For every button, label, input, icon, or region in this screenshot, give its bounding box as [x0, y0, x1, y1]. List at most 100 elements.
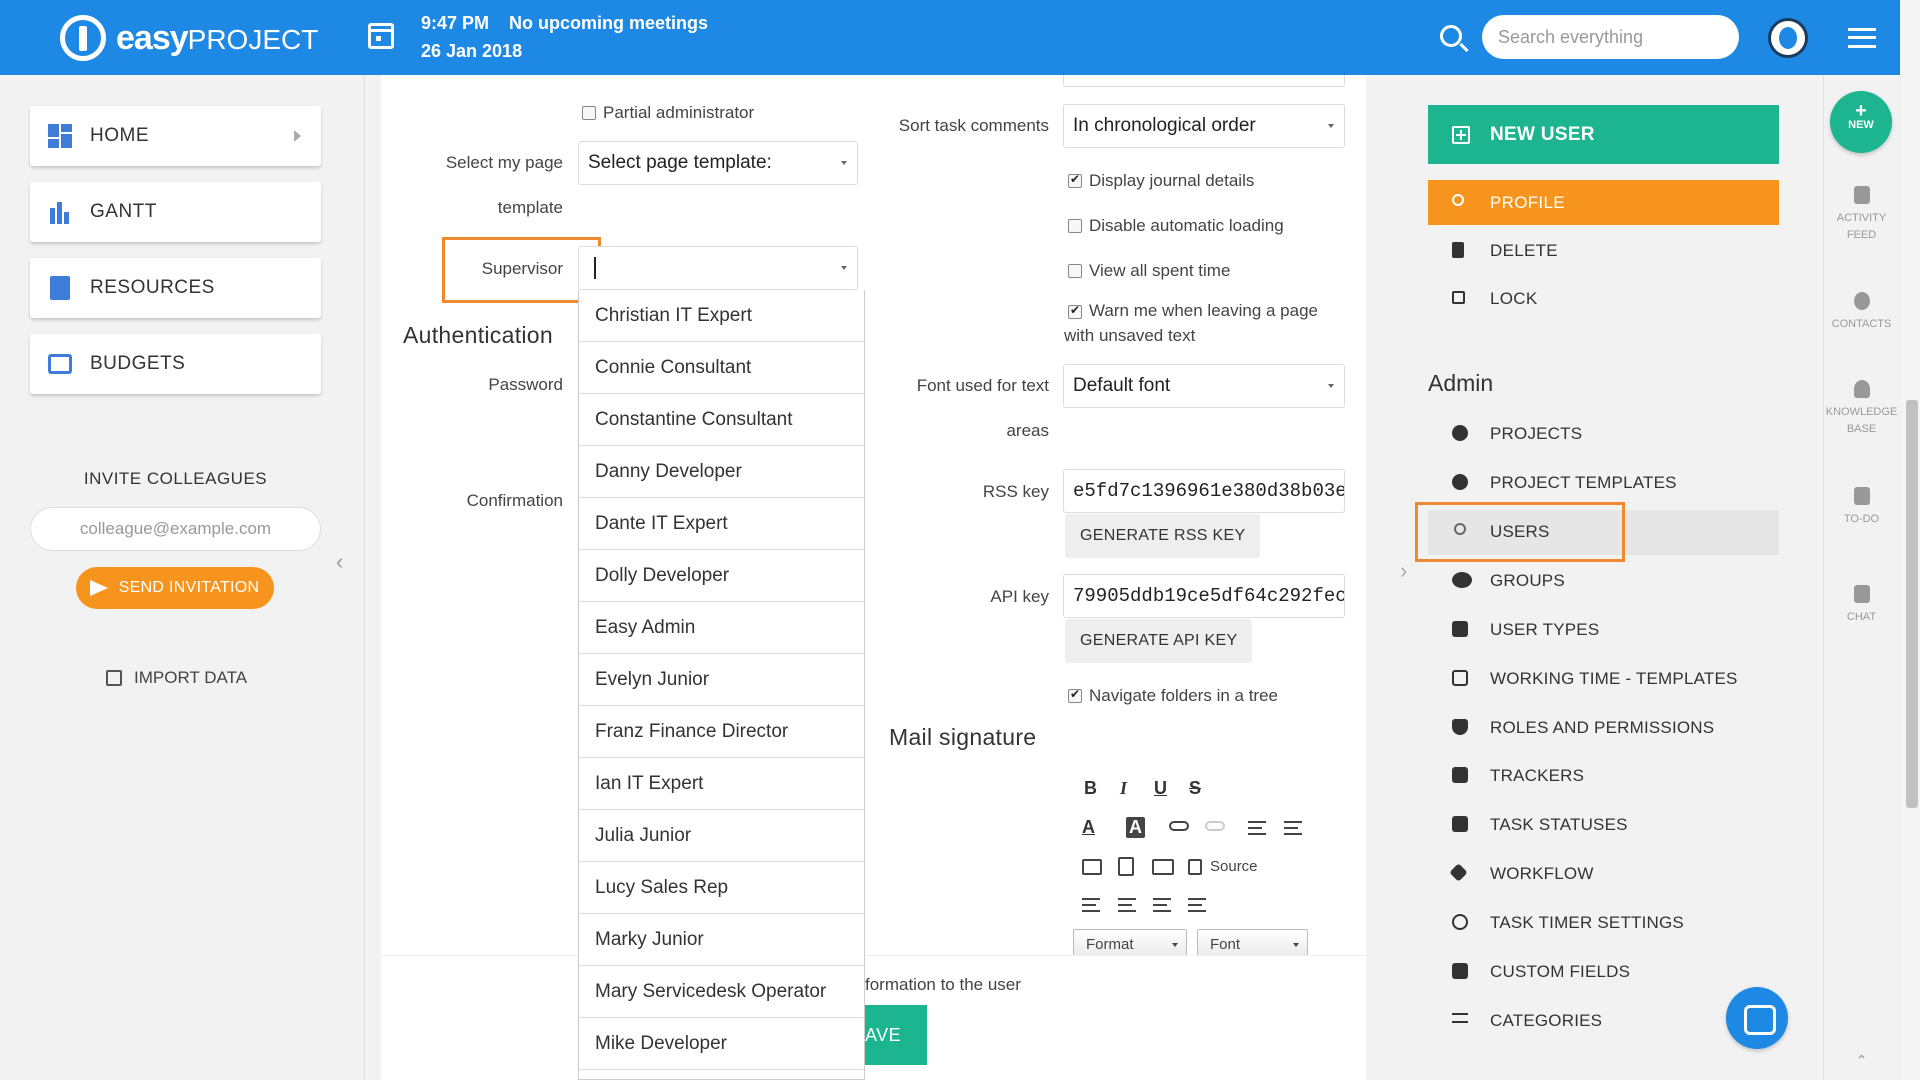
- admin-project-templates[interactable]: PROJECT TEMPLATES: [1490, 473, 1677, 493]
- admin-groups[interactable]: GROUPS: [1490, 571, 1565, 591]
- admin-roles[interactable]: ROLES AND PERMISSIONS: [1490, 718, 1714, 738]
- justify-icon[interactable]: [1188, 898, 1206, 912]
- dropdown-option[interactable]: Franz Finance Director: [579, 706, 864, 758]
- avatar[interactable]: [1768, 18, 1808, 58]
- clock-icon: [1452, 914, 1468, 930]
- dropdown-option[interactable]: Evelyn Junior: [579, 654, 864, 706]
- bullet-list-icon[interactable]: [1284, 821, 1302, 835]
- new-fab-button[interactable]: + NEW: [1830, 91, 1892, 153]
- chat-bubble-icon[interactable]: [1726, 987, 1788, 1049]
- profile-button[interactable]: PROFILE: [1428, 180, 1779, 225]
- user-icon: [1452, 194, 1464, 206]
- navigate-folders-checkbox[interactable]: [1068, 687, 1082, 703]
- disable-loading-checkbox[interactable]: [1068, 219, 1082, 233]
- import-data-link[interactable]: IMPORT DATA: [106, 668, 247, 688]
- nav-label: BUDGETS: [90, 353, 186, 374]
- calendar-icon[interactable]: [368, 23, 394, 49]
- bold-icon[interactable]: B: [1084, 778, 1097, 799]
- collapse-left-icon[interactable]: ‹: [336, 549, 343, 575]
- admin-task-statuses[interactable]: TASK STATUSES: [1490, 815, 1628, 835]
- invite-email-input[interactable]: [30, 507, 321, 551]
- unlink-icon[interactable]: [1205, 821, 1225, 831]
- align-center-icon[interactable]: [1118, 898, 1136, 912]
- logo[interactable]: easyPROJECT: [60, 14, 318, 62]
- supervisor-label: Supervisor: [481, 259, 563, 278]
- background-color-icon[interactable]: A: [1126, 817, 1145, 838]
- admin-user-types[interactable]: USER TYPES: [1490, 620, 1599, 640]
- admin-trackers[interactable]: TRACKERS: [1490, 766, 1584, 786]
- projects-icon: [1452, 425, 1468, 441]
- dropdown-option[interactable]: Julia Junior: [579, 810, 864, 862]
- image-icon[interactable]: [1082, 859, 1102, 875]
- warn-leaving-label: Warn me when leaving a page: [1089, 301, 1319, 320]
- sort-comments-select[interactable]: In chronological order: [1063, 104, 1345, 148]
- view-spent-checkbox[interactable]: [1068, 264, 1082, 278]
- paste-icon[interactable]: [1118, 857, 1134, 876]
- align-left-icon[interactable]: [1082, 898, 1100, 912]
- collapse-right-icon[interactable]: ›: [1400, 558, 1407, 584]
- rail-contacts[interactable]: CONTACTS: [1823, 292, 1900, 333]
- search-input[interactable]: [1482, 15, 1739, 59]
- generate-rss-key-button[interactable]: GENERATE RSS KEY: [1065, 514, 1261, 558]
- truncated-field[interactable]: [1063, 75, 1345, 87]
- admin-task-timer[interactable]: TASK TIMER SETTINGS: [1490, 913, 1684, 933]
- dropdown-option[interactable]: Marky Junior: [579, 914, 864, 966]
- admin-custom-fields[interactable]: CUSTOM FIELDS: [1490, 962, 1630, 982]
- dropdown-option[interactable]: Dolly Developer: [579, 550, 864, 602]
- hamburger-menu-icon[interactable]: [1848, 28, 1876, 48]
- api-key-field[interactable]: 79905ddb19ce5df64c292fec69: [1063, 574, 1345, 618]
- nav-home[interactable]: HOME: [30, 106, 321, 166]
- admin-categories[interactable]: CATEGORIES: [1490, 1011, 1602, 1031]
- nav-gantt[interactable]: GANTT: [30, 182, 321, 242]
- dropdown-option[interactable]: Mike Developer: [579, 1018, 864, 1070]
- numbered-list-icon[interactable]: [1248, 821, 1266, 835]
- source-button[interactable]: Source: [1210, 858, 1258, 875]
- text-color-icon[interactable]: A: [1082, 817, 1095, 838]
- save-button[interactable]: AVE: [865, 1005, 927, 1065]
- delete-action[interactable]: DELETE: [1490, 241, 1558, 261]
- dropdown-option[interactable]: Lucy Sales Rep: [579, 862, 864, 914]
- scroll-top-icon[interactable]: ⌃: [1823, 1052, 1900, 1069]
- nav-budgets[interactable]: BUDGETS: [30, 334, 321, 394]
- align-right-icon[interactable]: [1153, 898, 1171, 912]
- rail-chat[interactable]: CHAT: [1823, 585, 1900, 626]
- scrollbar-thumb[interactable]: [1906, 400, 1918, 808]
- dropdown-option[interactable]: Constantine Consultant: [579, 394, 864, 446]
- meetings-status[interactable]: No upcoming meetings: [509, 13, 708, 34]
- nav-resources[interactable]: RESOURCES: [30, 258, 321, 318]
- admin-users[interactable]: USERS: [1490, 522, 1550, 542]
- new-user-button[interactable]: NEW USER: [1428, 105, 1779, 164]
- strikethrough-icon[interactable]: S: [1189, 778, 1201, 799]
- italic-icon[interactable]: I: [1120, 778, 1127, 799]
- plus-icon: +: [1855, 100, 1867, 122]
- dropdown-option[interactable]: Mary Servicedesk Operator: [579, 966, 864, 1018]
- dropdown-option[interactable]: Christian IT Expert: [579, 290, 864, 342]
- admin-workflow[interactable]: WORKFLOW: [1490, 864, 1594, 884]
- admin-projects[interactable]: PROJECTS: [1490, 424, 1582, 444]
- dropdown-option[interactable]: Danny Developer: [579, 446, 864, 498]
- display-journal-checkbox[interactable]: [1068, 172, 1082, 188]
- font-select[interactable]: Default font: [1063, 364, 1345, 408]
- partial-admin-checkbox[interactable]: [582, 106, 596, 120]
- page-template-select[interactable]: Select page template:: [578, 141, 858, 185]
- table-icon[interactable]: [1152, 859, 1174, 875]
- underline-icon[interactable]: U: [1154, 778, 1167, 799]
- send-invitation-button[interactable]: SEND INVITATION: [76, 567, 274, 609]
- dropdown-option[interactable]: Easy Admin: [579, 602, 864, 654]
- source-icon[interactable]: [1188, 859, 1202, 875]
- generate-api-key-button[interactable]: GENERATE API KEY: [1065, 619, 1253, 663]
- user-icon: [1454, 523, 1466, 535]
- dropdown-option[interactable]: Dante IT Expert: [579, 498, 864, 550]
- rail-knowledge-base[interactable]: KNOWLEDGE BASE: [1823, 380, 1900, 438]
- admin-working-time[interactable]: WORKING TIME - TEMPLATES: [1490, 669, 1738, 689]
- warn-leaving-checkbox[interactable]: [1068, 303, 1082, 319]
- dropdown-option[interactable]: Connie Consultant: [579, 342, 864, 394]
- rail-todo[interactable]: TO-DO: [1823, 487, 1900, 528]
- link-icon[interactable]: [1169, 821, 1189, 831]
- dropdown-option[interactable]: Ian IT Expert: [579, 758, 864, 810]
- rail-activity-feed[interactable]: ACTIVITY FEED: [1823, 186, 1900, 244]
- lock-action[interactable]: LOCK: [1490, 289, 1538, 309]
- supervisor-select[interactable]: [578, 246, 858, 290]
- search-icon[interactable]: [1440, 25, 1462, 47]
- rss-key-field[interactable]: e5fd7c1396961e380d38b03e7l: [1063, 469, 1345, 513]
